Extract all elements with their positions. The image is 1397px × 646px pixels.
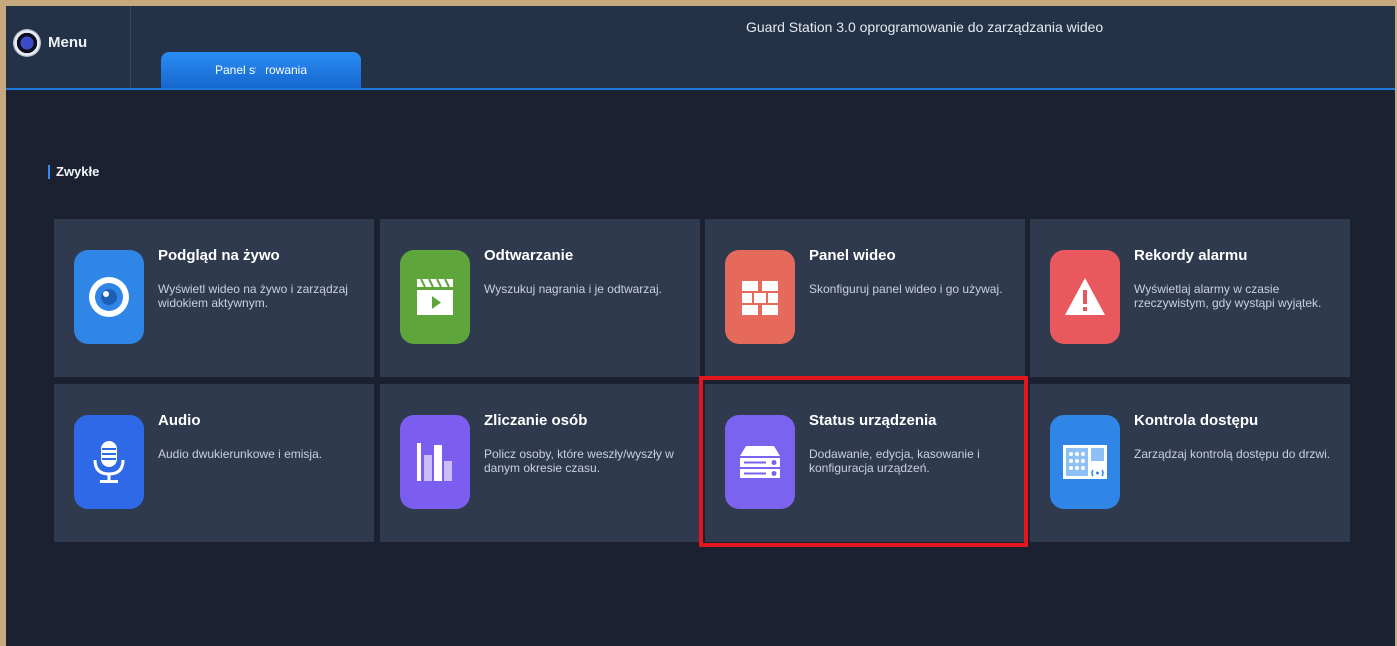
menu-button[interactable]: Menu	[6, 6, 131, 88]
card-description: Policz osoby, które weszły/wyszły w dany…	[484, 447, 674, 475]
tab-label: Panel sterowania	[214, 63, 308, 77]
app-logo-icon	[14, 30, 40, 56]
card-description: Skonfiguruj panel wideo i go używaj.	[809, 282, 1003, 296]
app-window: Menu Guard Station 3.0 oprogramowanie do…	[6, 6, 1395, 646]
card-title: Panel wideo	[809, 247, 896, 264]
card-description: Audio dwukierunkowe i emisja.	[158, 447, 323, 461]
card-title: Odtwarzanie	[484, 247, 574, 264]
alarm-warning-icon	[1050, 250, 1120, 344]
menu-label: Menu	[48, 34, 88, 51]
card-description: Wyświetl wideo na żywo i zarządzaj widok…	[158, 282, 348, 310]
card-video-wall[interactable]: Panel wideo Skonfiguruj panel wideo i go…	[705, 219, 1025, 377]
card-people-counting[interactable]: Zliczanie osób Policz osoby, które weszł…	[380, 384, 700, 542]
top-bar: Menu Guard Station 3.0 oprogramowanie do…	[6, 6, 1395, 90]
app-title: Guard Station 3.0 oprogramowanie do zarz…	[746, 19, 1104, 35]
access-control-panel-icon	[1050, 415, 1120, 509]
card-playback[interactable]: Odtwarzanie Wyszukuj nagrania i je odtwa…	[380, 219, 700, 377]
camera-lens-icon	[74, 250, 144, 344]
card-audio[interactable]: Audio Audio dwukierunkowe i emisja.	[54, 384, 374, 542]
card-title: Kontrola dostępu	[1134, 412, 1259, 429]
tab-control-panel[interactable]: Panel sterowania	[161, 52, 361, 88]
card-description: Wyszukuj nagrania i je odtwarzaj.	[484, 282, 662, 296]
section-accent-bar	[48, 164, 50, 179]
section-title: Zwykłe	[56, 164, 100, 179]
card-live-view[interactable]: Podgląd na żywo Wyświetl wideo na żywo i…	[54, 219, 374, 377]
video-wall-icon	[725, 250, 795, 344]
card-description: Wyświetlaj alarmy w czasie rzeczywistym,…	[1134, 282, 1322, 310]
section-heading: Zwykłe	[48, 164, 99, 179]
card-title: Status urządzenia	[809, 412, 937, 429]
server-device-icon	[725, 415, 795, 509]
card-title: Rekordy alarmu	[1134, 247, 1248, 264]
card-alarm-records[interactable]: Rekordy alarmu Wyświetlaj alarmy w czasi…	[1030, 219, 1350, 377]
clapperboard-icon	[400, 250, 470, 344]
microphone-icon	[74, 415, 144, 509]
bar-chart-icon	[400, 415, 470, 509]
card-title: Zliczanie osób	[484, 412, 588, 429]
card-device-status[interactable]: Status urządzenia Dodawanie, edycja, kas…	[705, 384, 1025, 542]
card-description: Zarządzaj kontrolą dostępu do drzwi.	[1134, 447, 1331, 461]
card-description: Dodawanie, edycja, kasowanie i konfigura…	[809, 447, 980, 475]
card-title: Audio	[158, 412, 201, 429]
card-title: Podgląd na żywo	[158, 247, 280, 264]
card-access-control[interactable]: Kontrola dostępu Zarządzaj kontrolą dost…	[1030, 384, 1350, 542]
